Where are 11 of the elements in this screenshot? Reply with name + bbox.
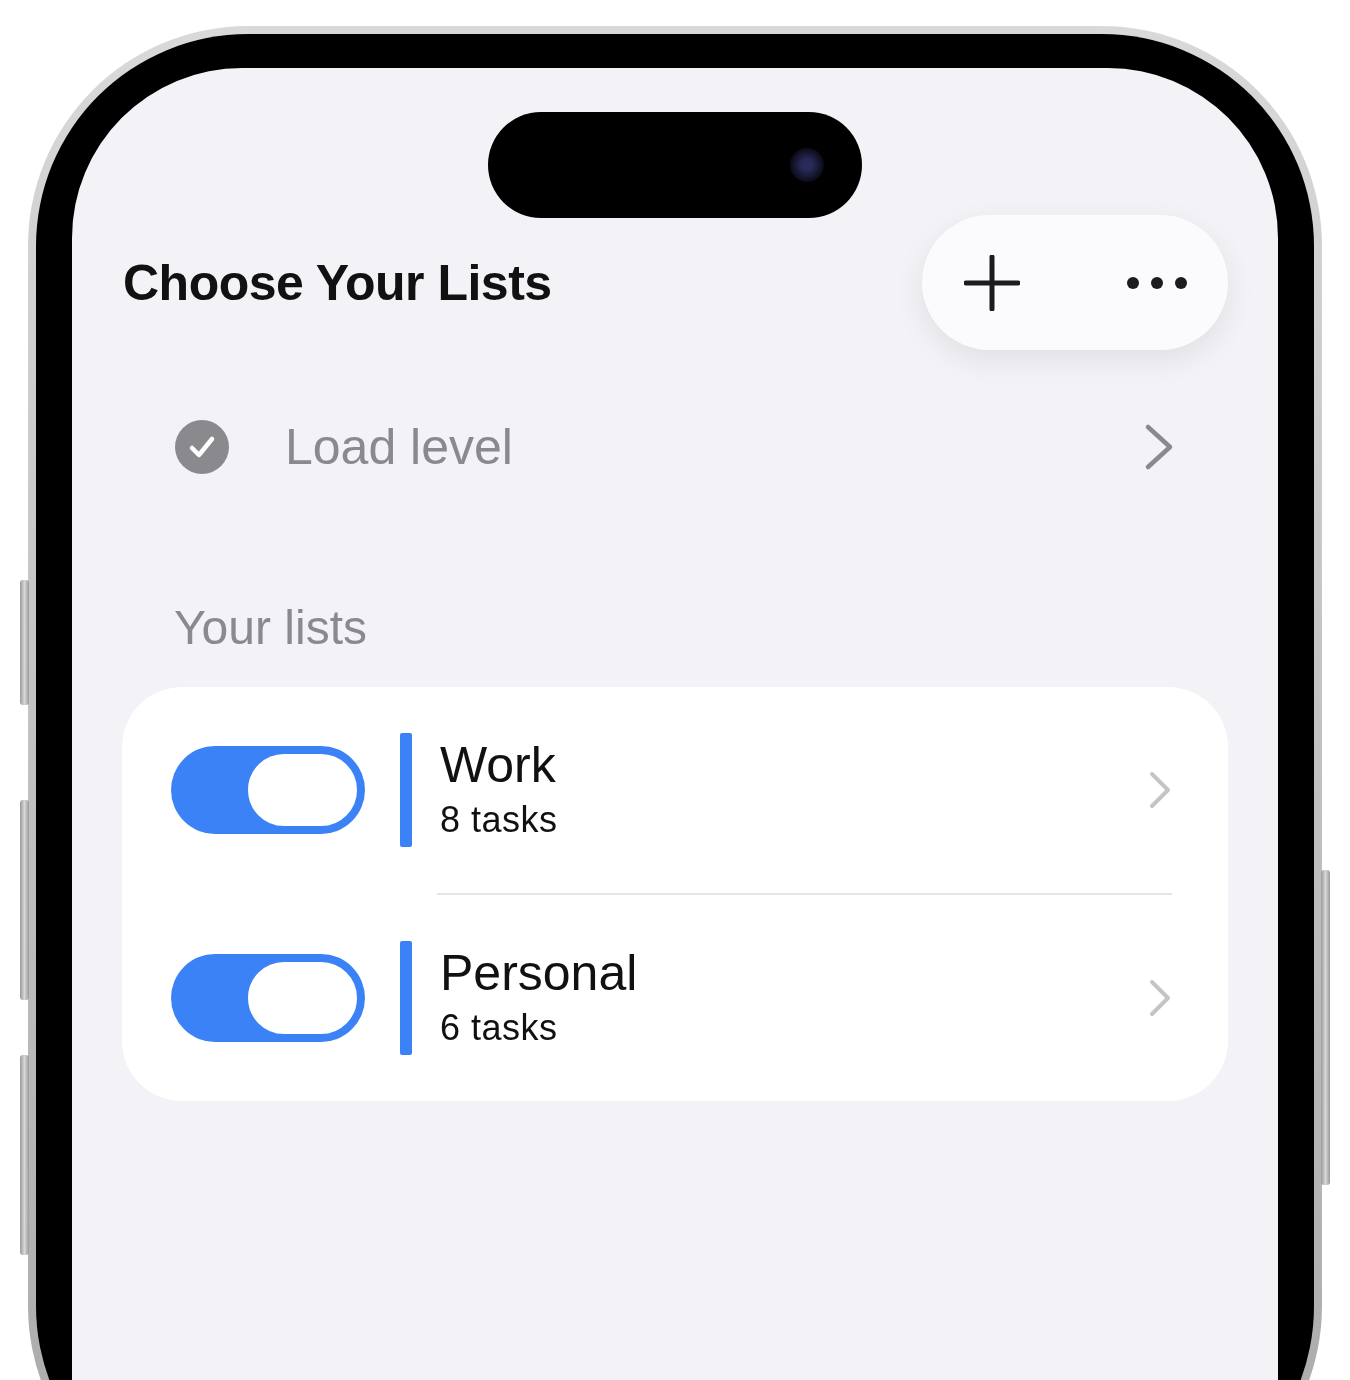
- section-title: Your lists: [173, 600, 368, 655]
- camera-icon: [790, 148, 824, 182]
- task-count: 6 tasks: [440, 1006, 559, 1050]
- task-count: 8 tasks: [440, 798, 559, 842]
- list-name: Personal: [440, 944, 639, 1003]
- list-name: Work: [440, 736, 557, 795]
- chevron-icon[interactable]: [1144, 423, 1174, 471]
- add-icon[interactable]: [964, 254, 1020, 311]
- load-level-link[interactable]: Load level: [285, 418, 1144, 476]
- page-title: Choose Your Lists: [123, 253, 552, 312]
- more-icon[interactable]: [1126, 275, 1188, 290]
